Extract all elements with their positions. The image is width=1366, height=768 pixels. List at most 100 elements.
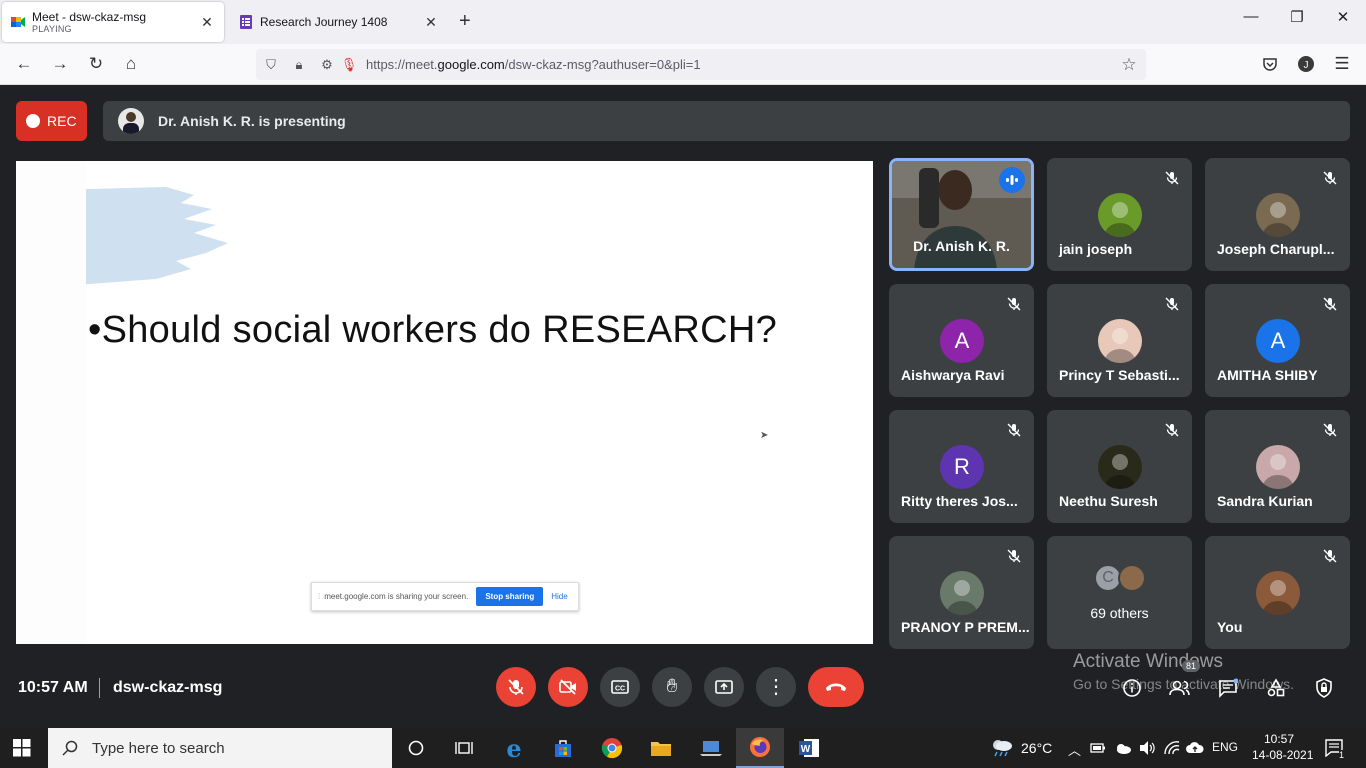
permissions-icon[interactable]: ⚙: [318, 56, 336, 74]
meeting-details-icon[interactable]: [1120, 676, 1144, 700]
participant-tile[interactable]: Sandra Kurian: [1205, 410, 1350, 523]
presenting-text: Dr. Anish K. R. is presenting: [158, 113, 346, 129]
close-tab-icon[interactable]: ✕: [198, 14, 216, 31]
windows-start-icon[interactable]: [13, 739, 31, 757]
drag-handle-icon[interactable]: ⁞: [318, 592, 320, 601]
home-icon[interactable]: ⌂: [120, 53, 142, 75]
firefox-icon[interactable]: [736, 728, 784, 768]
participant-avatar: [1256, 193, 1300, 237]
present-button[interactable]: [704, 667, 744, 707]
participant-tile[interactable]: jain joseph: [1047, 158, 1192, 271]
laptop-app-icon[interactable]: [687, 728, 735, 768]
chrome-icon[interactable]: [588, 728, 636, 768]
participant-tile[interactable]: Princy T Sebasti...: [1047, 284, 1192, 397]
cloud-upload-icon[interactable]: [1186, 741, 1204, 755]
close-window-icon[interactable]: ✕: [1331, 8, 1355, 26]
tab-research-journey[interactable]: Research Journey 1408 ✕: [232, 2, 448, 42]
participant-name: Ritty theres Jos...: [901, 493, 1018, 509]
tab-subtitle: PLAYING: [32, 24, 72, 34]
participant-tile[interactable]: R Ritty theres Jos...: [889, 410, 1034, 523]
camera-off-button[interactable]: [548, 667, 588, 707]
mic-off-button[interactable]: [496, 667, 536, 707]
url-bar[interactable]: ⛉ 🔒︎ ⚙ 🎙︎ https://meet.google.com/dsw-ck…: [256, 49, 1146, 80]
account-icon[interactable]: J: [1295, 53, 1317, 75]
new-tab-icon[interactable]: +: [459, 10, 471, 33]
leave-call-button[interactable]: [808, 667, 864, 707]
taskbar-time[interactable]: 10:57: [1264, 732, 1294, 746]
url-text[interactable]: https://meet.google.com/dsw-ckaz-msg?aut…: [366, 57, 701, 72]
close-tab-icon[interactable]: ✕: [422, 14, 440, 31]
mic-off-icon: [1322, 296, 1338, 312]
chat-icon[interactable]: [1216, 676, 1240, 700]
people-icon[interactable]: [1168, 676, 1192, 700]
participant-tile[interactable]: PRANOY P PREM...: [889, 536, 1034, 649]
forward-icon[interactable]: →: [49, 53, 71, 75]
hand-icon: ✋︎: [666, 676, 678, 697]
share-message: meet.google.com is sharing your screen.: [324, 592, 469, 601]
meeting-code[interactable]: dsw-ckaz-msg: [113, 679, 222, 697]
menu-icon[interactable]: ☰: [1331, 53, 1353, 75]
participant-name: Aishwarya Ravi: [901, 367, 1005, 383]
captions-button[interactable]: CC: [600, 667, 640, 707]
word-icon[interactable]: W: [785, 728, 833, 768]
participant-tile[interactable]: Neethu Suresh: [1047, 410, 1192, 523]
stop-sharing-button[interactable]: Stop sharing: [476, 587, 544, 606]
cortana-icon[interactable]: [392, 728, 440, 768]
mic-off-icon: [1006, 296, 1022, 312]
search-placeholder: Type here to search: [92, 739, 225, 757]
participant-name: Neethu Suresh: [1059, 493, 1158, 509]
wifi-icon[interactable]: [1163, 740, 1181, 756]
camera-off-icon: [559, 679, 576, 695]
onedrive-icon[interactable]: [1114, 742, 1132, 754]
weather-rain-icon[interactable]: [989, 737, 1015, 757]
more-options-button[interactable]: ⋮: [756, 667, 796, 707]
tab-meet[interactable]: Meet - dsw-ckaz-msg PLAYING ✕: [2, 2, 224, 42]
lock-icon[interactable]: 🔒︎: [290, 56, 308, 74]
google-meet-icon: [11, 17, 25, 27]
participant-tile[interactable]: You: [1205, 536, 1350, 649]
url-domain: google.com: [437, 57, 505, 72]
host-controls-icon[interactable]: [1312, 676, 1336, 700]
taskbar-date[interactable]: 14-08-2021: [1252, 748, 1313, 762]
microphone-icon[interactable]: 🎙︎: [340, 56, 358, 74]
participant-tile[interactable]: C 69 others: [1047, 536, 1192, 649]
participant-tile[interactable]: Dr. Anish K. R.: [889, 158, 1034, 271]
file-explorer-icon[interactable]: [637, 728, 685, 768]
minimize-icon[interactable]: —: [1239, 8, 1263, 25]
store-icon[interactable]: [539, 728, 587, 768]
input-language[interactable]: ENG: [1212, 740, 1238, 754]
presenting-banner: Dr. Anish K. R. is presenting: [103, 101, 1350, 141]
pocket-icon[interactable]: [1259, 53, 1281, 75]
svg-text:CC: CC: [615, 686, 625, 693]
reload-icon[interactable]: ↻: [85, 53, 107, 75]
show-hidden-icons-icon[interactable]: ︿: [1068, 740, 1081, 759]
tab-title: Meet - dsw-ckaz-msg: [32, 10, 147, 24]
rec-label: REC: [47, 113, 77, 129]
hide-button[interactable]: Hide: [551, 592, 567, 601]
activities-icon[interactable]: [1264, 676, 1288, 700]
participant-avatar: [1256, 571, 1300, 615]
task-view-icon[interactable]: [440, 728, 488, 768]
recording-indicator[interactable]: REC: [16, 101, 87, 141]
volume-icon[interactable]: [1139, 740, 1157, 756]
participant-tile[interactable]: Joseph Charupl...: [1205, 158, 1350, 271]
battery-icon[interactable]: [1090, 742, 1106, 754]
url-prefix: https://meet.: [366, 57, 438, 72]
svg-text:W: W: [801, 744, 811, 755]
back-icon[interactable]: ←: [13, 53, 35, 75]
mic-off-icon: [1322, 170, 1338, 186]
taskbar-search-box[interactable]: Type here to search: [48, 728, 392, 768]
participant-tile[interactable]: A Aishwarya Ravi: [889, 284, 1034, 397]
restore-icon[interactable]: ❐: [1285, 8, 1309, 26]
internet-explorer-icon[interactable]: e: [490, 728, 538, 768]
participant-tile[interactable]: A AMITHA SHIBY: [1205, 284, 1350, 397]
notification-count: 1: [1339, 750, 1345, 760]
bookmark-star-icon[interactable]: ☆: [1120, 55, 1138, 74]
participant-name: Dr. Anish K. R.: [913, 238, 1010, 254]
url-path: /dsw-ckaz-msg?authuser=0&pli=1: [504, 57, 701, 72]
activate-windows-title: Activate Windows: [1073, 651, 1223, 672]
weather-temperature[interactable]: 26°C: [1021, 740, 1052, 756]
raise-hand-button[interactable]: ✋︎: [652, 667, 692, 707]
mic-off-icon: [1164, 422, 1180, 438]
shield-icon[interactable]: ⛉: [262, 56, 280, 74]
